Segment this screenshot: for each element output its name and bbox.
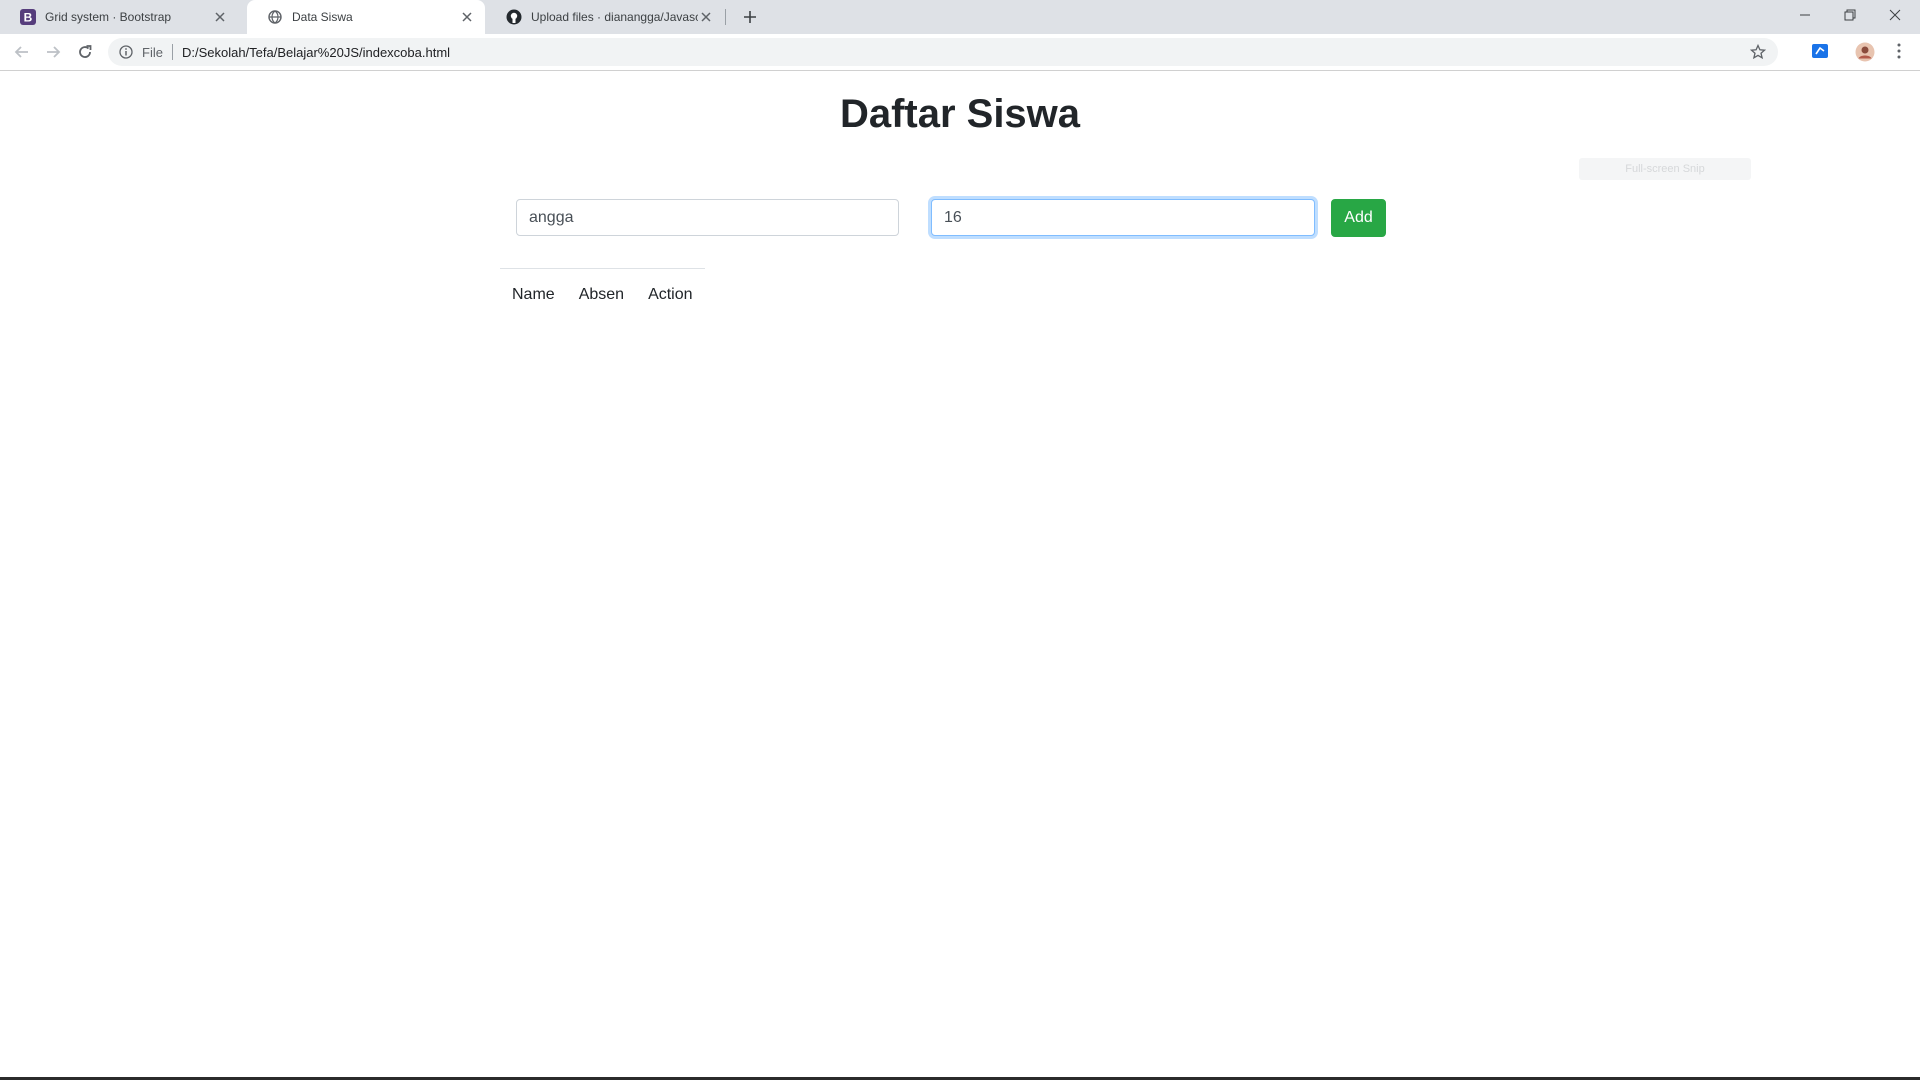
browser-toolbar: File D:/Sekolah/Tefa/Belajar%20JS/indexc… bbox=[0, 34, 1920, 71]
column-header-name: Name bbox=[512, 286, 555, 303]
extension-icon[interactable] bbox=[1811, 42, 1831, 62]
omnibox-divider bbox=[171, 44, 173, 60]
tab-separator bbox=[725, 9, 726, 25]
reload-icon bbox=[79, 45, 92, 58]
svg-text:B: B bbox=[24, 11, 33, 25]
close-tab-icon[interactable] bbox=[212, 9, 228, 25]
tab-upload-files[interactable]: Upload files · dianangga/Javascrip bbox=[486, 0, 724, 34]
minimize-button[interactable] bbox=[1783, 0, 1827, 30]
column-header-absen: Absen bbox=[578, 286, 625, 303]
new-tab-button[interactable] bbox=[739, 6, 761, 28]
snip-overlay[interactable]: Full-screen Snip bbox=[1579, 158, 1751, 180]
column-header-action: Action bbox=[648, 286, 693, 303]
close-tab-icon[interactable] bbox=[459, 9, 475, 25]
info-icon[interactable] bbox=[118, 44, 134, 60]
github-icon bbox=[506, 9, 522, 25]
close-window-button[interactable] bbox=[1873, 0, 1917, 30]
bootstrap-icon: B bbox=[20, 9, 36, 25]
close-icon bbox=[1889, 9, 1901, 21]
restore-icon bbox=[1844, 9, 1856, 21]
back-button[interactable] bbox=[10, 40, 34, 64]
forward-button[interactable] bbox=[41, 40, 65, 64]
tab-title: Grid system · Bootstrap bbox=[45, 10, 172, 24]
table-header: Name Absen Action bbox=[500, 268, 705, 305]
arrow-right-icon bbox=[47, 46, 61, 58]
tab-strip: B Grid system · Bootstrap Data Siswa Upl… bbox=[0, 0, 1920, 34]
restore-button[interactable] bbox=[1828, 0, 1872, 30]
reload-button[interactable] bbox=[73, 40, 97, 64]
avatar[interactable] bbox=[1855, 42, 1875, 62]
tab-data-siswa[interactable]: Data Siswa bbox=[247, 0, 485, 34]
name-input[interactable] bbox=[516, 199, 899, 236]
page-title: Daftar Siswa bbox=[839, 92, 1081, 136]
tab-title: Upload files · dianangga/Javascrip bbox=[531, 10, 698, 24]
url-text[interactable]: D:/Sekolah/Tefa/Belajar%20JS/indexcoba.h… bbox=[182, 45, 450, 60]
absen-input[interactable] bbox=[931, 199, 1315, 236]
arrow-left-icon bbox=[14, 46, 28, 58]
minimize-icon bbox=[1800, 14, 1810, 16]
star-icon[interactable] bbox=[1749, 43, 1767, 60]
scheme-label: File bbox=[142, 44, 163, 60]
tab-grid-system[interactable]: B Grid system · Bootstrap bbox=[0, 0, 238, 34]
globe-icon bbox=[267, 9, 283, 25]
address-bar[interactable]: File D:/Sekolah/Tefa/Belajar%20JS/indexc… bbox=[108, 38, 1778, 66]
tab-title: Data Siswa bbox=[292, 10, 353, 24]
plus-icon bbox=[744, 11, 756, 23]
menu-kebab-icon[interactable] bbox=[1891, 42, 1911, 62]
add-button[interactable]: Add bbox=[1331, 199, 1386, 237]
close-tab-icon[interactable] bbox=[698, 9, 714, 25]
